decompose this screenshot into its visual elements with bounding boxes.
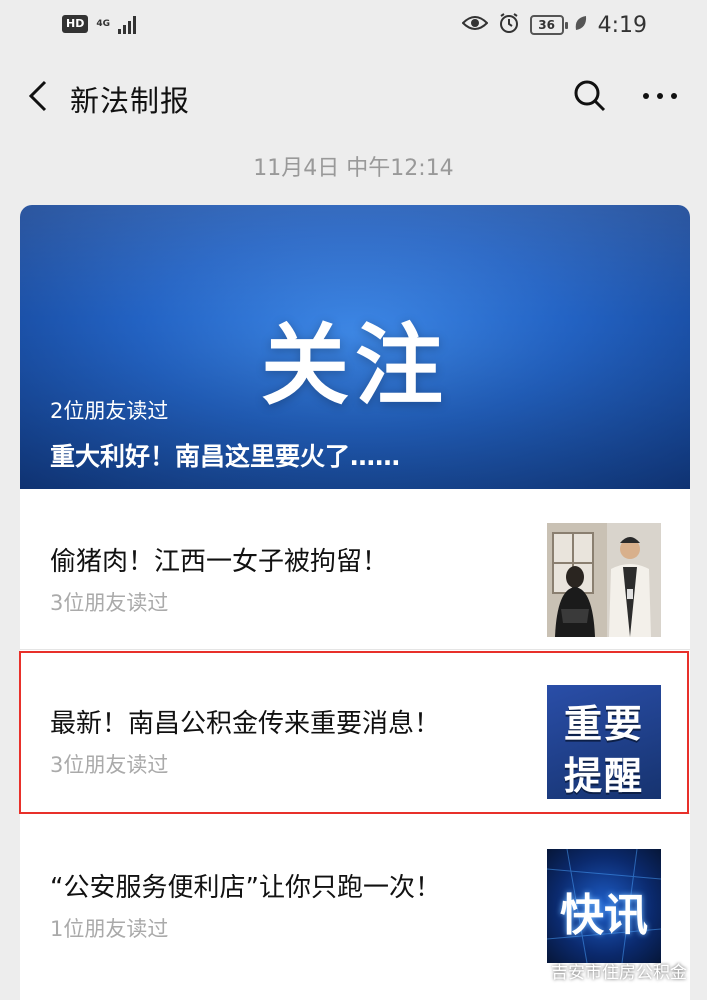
status-time: 4:19 xyxy=(597,12,647,38)
article-readers: 3位朋友读过 xyxy=(50,591,169,615)
signal-icon xyxy=(118,14,136,34)
article-readers: 3位朋友读过 xyxy=(50,753,169,777)
search-icon xyxy=(574,80,606,112)
article-title: 偷猪肉！江西一女子被拘留！ xyxy=(50,547,389,577)
message-timestamp: 11月4日 中午12:14 xyxy=(253,156,454,181)
article-readers: 1位朋友读过 xyxy=(50,917,169,941)
back-arrow-icon xyxy=(28,80,47,112)
alarm-icon xyxy=(498,12,520,38)
article-card: 关注 2位朋友读过 重大利好！南昌这里要火了…… 偷猪肉！江西一女子被拘留！ 3… xyxy=(20,205,690,1000)
hero-readers: 2位朋友读过 xyxy=(50,399,169,423)
eye-icon xyxy=(461,13,489,37)
nav-bar: 新法制报 xyxy=(0,52,707,138)
list-item[interactable]: “公安服务便利店”让你只跑一次！ 1位朋友读过 快讯 xyxy=(20,815,690,975)
page-title: 新法制报 xyxy=(70,84,191,118)
article-title: “公安服务便利店”让你只跑一次！ xyxy=(50,873,441,903)
status-bar: HD 4G 36 4:19 xyxy=(0,0,707,52)
list-item[interactable]: 最新！南昌公积金传来重要消息！ 3位朋友读过 重要 提醒 xyxy=(20,651,690,811)
thumbnail-line-2: 提醒 xyxy=(563,754,644,798)
article-thumbnail-news: 快讯 xyxy=(547,849,661,963)
search-button[interactable] xyxy=(568,74,612,118)
divider xyxy=(20,813,690,814)
watermark-text: 吉安市住房公积金 xyxy=(551,963,687,983)
more-button[interactable] xyxy=(638,74,682,118)
status-right: 36 4:19 xyxy=(461,12,647,38)
article-thumbnail-notice: 重要 提醒 xyxy=(547,685,661,799)
hd-badge: HD xyxy=(62,15,89,33)
list-item[interactable]: 偷猪肉！江西一女子被拘留！ 3位朋友读过 xyxy=(20,489,690,649)
divider xyxy=(20,649,690,650)
more-icon xyxy=(643,93,677,99)
hero-article[interactable]: 关注 2位朋友读过 重大利好！南昌这里要火了…… xyxy=(20,205,690,489)
back-button[interactable] xyxy=(18,74,58,118)
thumbnail-news-text: 快讯 xyxy=(560,890,648,941)
leaf-icon xyxy=(574,14,588,36)
hero-title: 重大利好！南昌这里要火了…… xyxy=(50,442,401,471)
wechat-icon xyxy=(525,961,547,979)
article-title: 最新！南昌公积金传来重要消息！ xyxy=(50,709,441,739)
status-left: HD 4G xyxy=(62,14,136,34)
watermark: 吉安市住房公积金 xyxy=(525,958,687,983)
article-thumbnail-photo xyxy=(547,523,661,637)
network-type: 4G xyxy=(96,18,110,29)
thumbnail-line-1: 重要 xyxy=(563,702,644,746)
battery-icon: 36 xyxy=(529,15,568,35)
